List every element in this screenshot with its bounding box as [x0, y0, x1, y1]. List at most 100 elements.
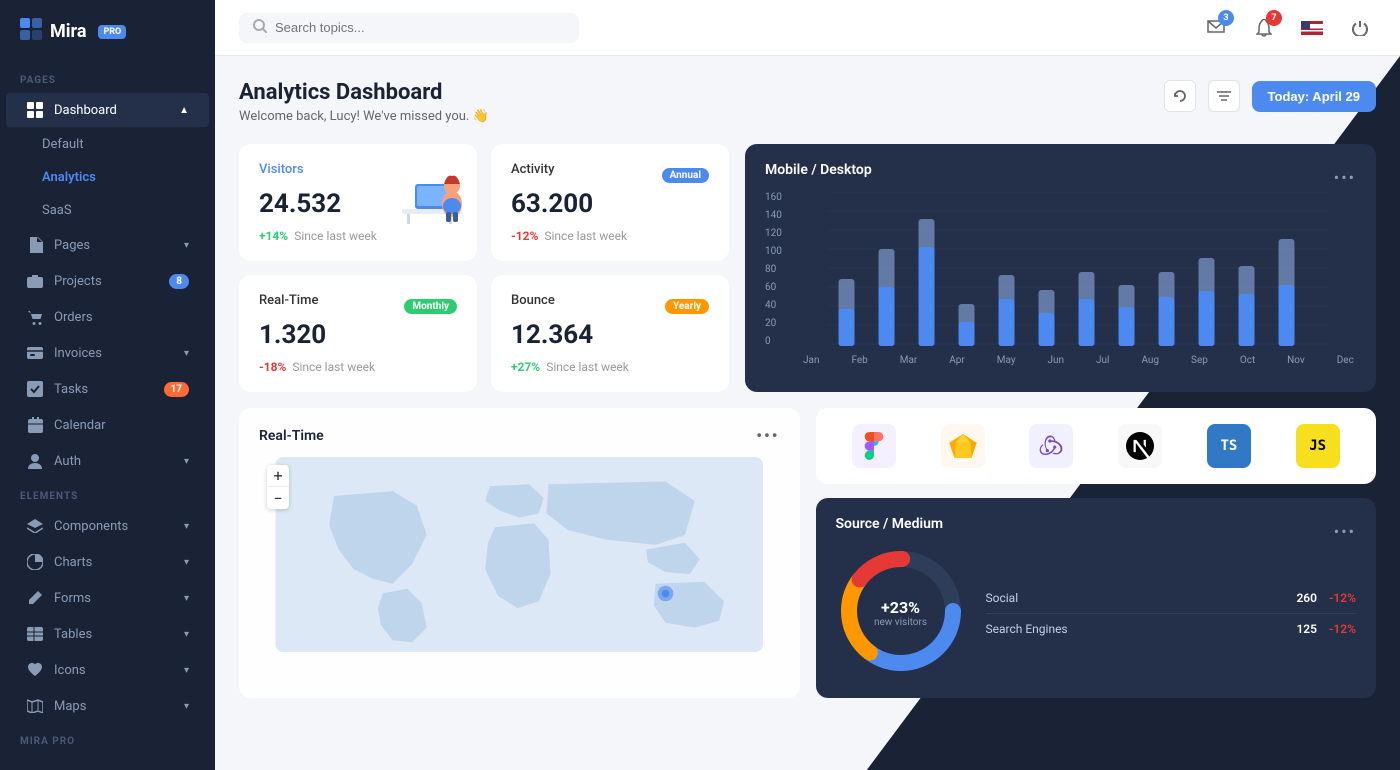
chevron-tables: ▾	[184, 629, 189, 640]
chevron-invoices: ▾	[184, 348, 189, 359]
source-social-change: -12%	[1329, 591, 1356, 605]
x-axis-labels: JanFebMarAprMayJunJulAugSepOctNovDec	[801, 351, 1356, 366]
sidebar-item-tasks[interactable]: Tasks 17	[6, 372, 209, 406]
chevron-forms: ▾	[184, 593, 189, 604]
sidebar-item-invoices[interactable]: Invoices ▾	[6, 336, 209, 370]
activity-header: Activity Annual	[511, 162, 709, 189]
elements-section-label: ELEMENTS	[0, 479, 215, 508]
default-label: Default	[42, 137, 189, 152]
sidebar-item-auth[interactable]: Auth ▾	[6, 444, 209, 478]
sidebar-item-dashboard[interactable]: Dashboard ▲	[6, 93, 209, 127]
flag-button[interactable]	[1296, 12, 1328, 44]
map-container: + −	[259, 457, 780, 656]
mobile-desktop-chart: Mobile / Desktop ••• 1601401201008060402…	[745, 144, 1376, 392]
sidebar-item-forms[interactable]: Forms ▾	[6, 581, 209, 615]
search-icon	[253, 19, 267, 37]
invoice-icon	[26, 344, 44, 362]
activity-card: Activity Annual 63.200 -12% Since last w…	[491, 144, 729, 261]
chart-more-button[interactable]: •••	[1334, 168, 1356, 187]
sidebar-item-maps[interactable]: Maps ▾	[6, 689, 209, 723]
source-medium-header: Source / Medium •••	[836, 516, 1357, 546]
map-title: Real-Time	[259, 428, 324, 444]
forms-label: Forms	[54, 591, 174, 606]
header-actions: 3 7	[1200, 12, 1376, 44]
charts-label: Charts	[54, 555, 174, 570]
search-container[interactable]	[239, 13, 579, 43]
briefcase-icon	[26, 272, 44, 290]
power-button[interactable]	[1344, 12, 1376, 44]
bounce-label: Bounce	[511, 293, 555, 308]
refresh-button[interactable]	[1164, 80, 1196, 112]
bar-chart-container: 160140120100806040200	[765, 192, 1356, 366]
sidebar-item-charts[interactable]: Charts ▾	[6, 545, 209, 579]
messages-button[interactable]: 3	[1200, 12, 1232, 44]
sidebar-item-analytics[interactable]: Analytics	[6, 162, 209, 193]
table-icon	[26, 625, 44, 643]
zoom-out-button[interactable]: −	[267, 487, 289, 509]
sidebar-item-tables[interactable]: Tables ▾	[6, 617, 209, 651]
map-zoom-controls[interactable]: + −	[267, 465, 289, 509]
bounce-badge: Yearly	[665, 299, 709, 314]
tasks-icon	[26, 380, 44, 398]
search-input[interactable]	[275, 20, 565, 35]
source-social-value: 260	[1296, 591, 1317, 605]
right-bottom-column: TS JS Source / Medium •••	[816, 408, 1377, 698]
chevron-pages: ▾	[184, 240, 189, 251]
source-content: +23% new visitors Social 260 -12%	[836, 546, 1357, 680]
donut-center: +23% new visitors	[874, 598, 927, 628]
sidebar-item-saas[interactable]: SaaS	[6, 195, 209, 226]
today-button[interactable]: Today: April 29	[1252, 81, 1376, 112]
sidebar-item-pages[interactable]: Pages ▾	[6, 228, 209, 262]
sidebar-item-components[interactable]: Components ▾	[6, 509, 209, 543]
projects-label: Projects	[54, 274, 159, 289]
bell-button[interactable]: 7	[1248, 12, 1280, 44]
source-social-name: Social	[986, 591, 1019, 605]
source-row-search: Search Engines 125 -12%	[986, 614, 1357, 644]
activity-change: -12%	[511, 229, 538, 243]
realtime-change: -18%	[259, 360, 286, 374]
mira-pro-section-label: MIRA PRO	[0, 724, 215, 753]
source-search-name: Search Engines	[986, 622, 1068, 636]
world-map-svg	[259, 457, 780, 652]
grid-icon	[26, 101, 44, 119]
tables-label: Tables	[54, 627, 174, 642]
visitors-since-label: Since last week	[294, 229, 377, 243]
source-search-change: -12%	[1329, 622, 1356, 636]
page-actions: Today: April 29	[1164, 80, 1376, 112]
chevron-icon: ▲	[179, 105, 189, 116]
realtime-card: Real-Time Monthly 1.320 -18% Since last …	[239, 275, 477, 392]
sidebar-item-calendar[interactable]: Calendar	[6, 408, 209, 442]
pages-label: Pages	[54, 238, 174, 253]
bounce-value: 12.364	[511, 320, 709, 350]
sketch-logo	[941, 424, 985, 468]
realtime-since: -18% Since last week	[259, 360, 457, 374]
activity-since-label: Since last week	[544, 229, 627, 243]
app-name: Mira	[50, 21, 86, 42]
pro-badge: PRO	[98, 25, 126, 39]
zoom-in-button[interactable]: +	[267, 465, 289, 487]
chart-title: Mobile / Desktop	[765, 162, 872, 178]
sidebar-logo: Mira PRO	[0, 0, 215, 63]
page-title: Analytics Dashboard	[239, 80, 489, 105]
source-medium-card: Source / Medium •••	[816, 498, 1377, 698]
chevron-components: ▾	[184, 521, 189, 532]
auth-label: Auth	[54, 454, 174, 469]
realtime-value: 1.320	[259, 320, 457, 350]
content-area: Analytics Dashboard Welcome back, Lucy! …	[215, 56, 1400, 770]
sidebar-item-default[interactable]: Default	[6, 129, 209, 160]
sidebar-item-icons[interactable]: Icons ▾	[6, 653, 209, 687]
map-card-header: Real-Time •••	[259, 426, 780, 445]
map-more-button[interactable]: •••	[756, 426, 779, 445]
edit-icon	[26, 589, 44, 607]
content-scroll: Analytics Dashboard Welcome back, Lucy! …	[215, 56, 1400, 770]
source-more-button[interactable]: •••	[1334, 522, 1356, 541]
sidebar-item-projects[interactable]: Projects 8	[6, 264, 209, 298]
figma-logo	[852, 424, 896, 468]
filter-button[interactable]	[1208, 80, 1240, 112]
cart-icon	[26, 308, 44, 326]
realtime-badge: Monthly	[404, 299, 457, 314]
sidebar-item-orders[interactable]: Orders	[6, 300, 209, 334]
saas-label: SaaS	[42, 203, 189, 218]
main-content: 3 7 Analytics Dashboard We	[215, 0, 1400, 770]
calendar-label: Calendar	[54, 418, 189, 433]
